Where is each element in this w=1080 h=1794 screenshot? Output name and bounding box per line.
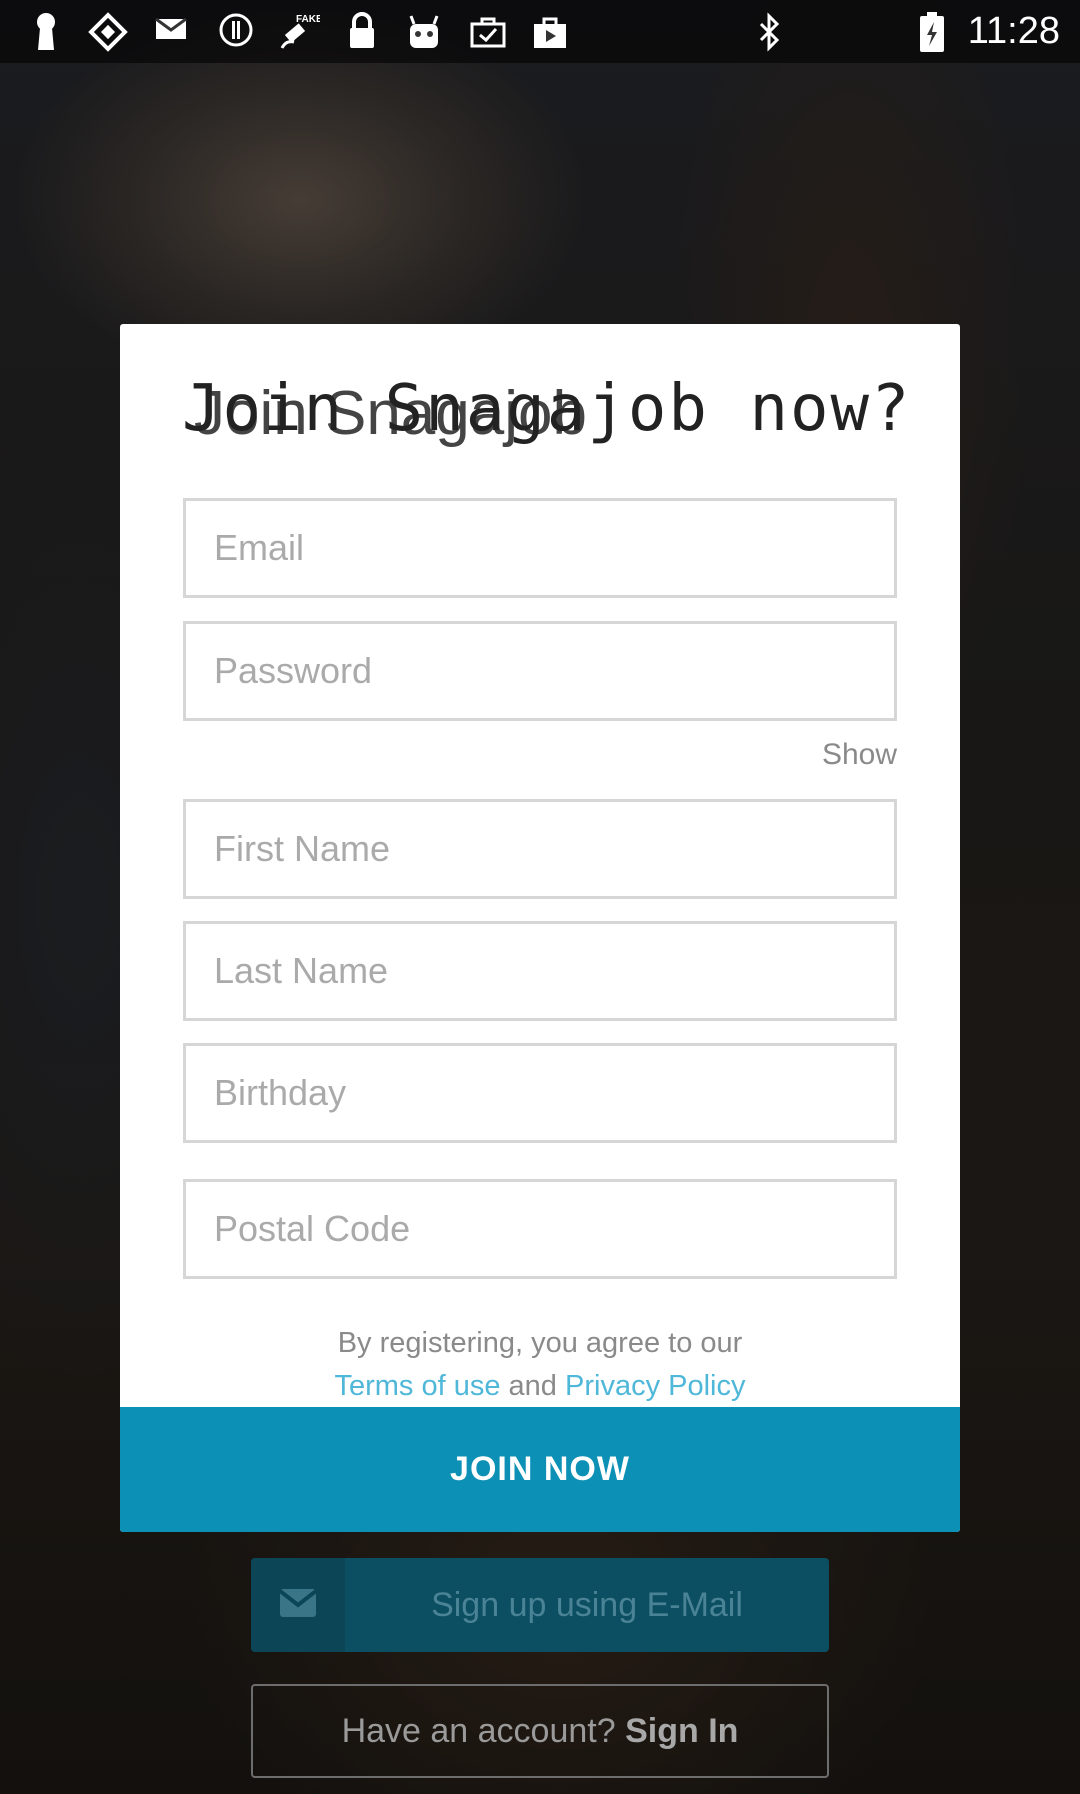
password-field[interactable] [183,621,897,721]
password-input[interactable] [186,624,894,718]
email-signup-label: Sign up using E-Mail [431,1586,743,1624]
last-name-field[interactable] [183,921,897,1021]
join-now-button[interactable]: JOIN NOW [120,1407,960,1532]
briefcase-check-icon [468,12,508,52]
fake-badge: FAKE [296,14,320,25]
birthday-input[interactable] [186,1046,894,1140]
sign-in-button[interactable]: Have an account? Sign In [251,1684,829,1778]
signin-prefix: Have an account? [341,1712,616,1750]
join-dialog: Join Snagajob Join Snagajob now? Show By… [120,324,960,1532]
birthday-field[interactable] [183,1043,897,1143]
envelope-icon [251,1558,345,1652]
email-signup-button[interactable]: Sign up using E-Mail [251,1558,829,1652]
mail-icon [152,12,192,52]
privacy-policy-link[interactable]: Privacy Policy [565,1370,746,1402]
fake-gps-icon: FAKE [276,12,323,52]
terms-of-use-link[interactable]: Terms of use [334,1370,500,1402]
android-icon [404,12,444,52]
legal-line: By registering, you agree to our [337,1327,743,1359]
lock-icon [342,12,382,52]
bluetooth-icon [750,12,790,52]
show-password-toggle[interactable]: Show [822,738,897,772]
postal-code-input[interactable] [186,1182,894,1276]
diamond-app-icon [88,12,128,52]
keyhole-icon [26,12,66,52]
status-time: 11:28 [967,10,1060,52]
status-bar: FAKE 11:28 [0,0,1080,63]
legal-notice: By registering, you agree to our Terms o… [120,1322,960,1408]
email-input[interactable] [186,501,894,595]
signin-link: Sign In [625,1712,739,1750]
email-field[interactable] [183,498,897,598]
battery-icon [912,12,952,52]
first-name-field[interactable] [183,799,897,899]
last-name-input[interactable] [186,924,894,1018]
first-name-input[interactable] [186,802,894,896]
postal-code-field[interactable] [183,1179,897,1279]
play-store-bag-icon [530,12,570,52]
dialog-title: Join Snagajob now? [182,372,912,446]
legal-and: and [508,1370,557,1402]
info-circle-icon [216,12,256,52]
